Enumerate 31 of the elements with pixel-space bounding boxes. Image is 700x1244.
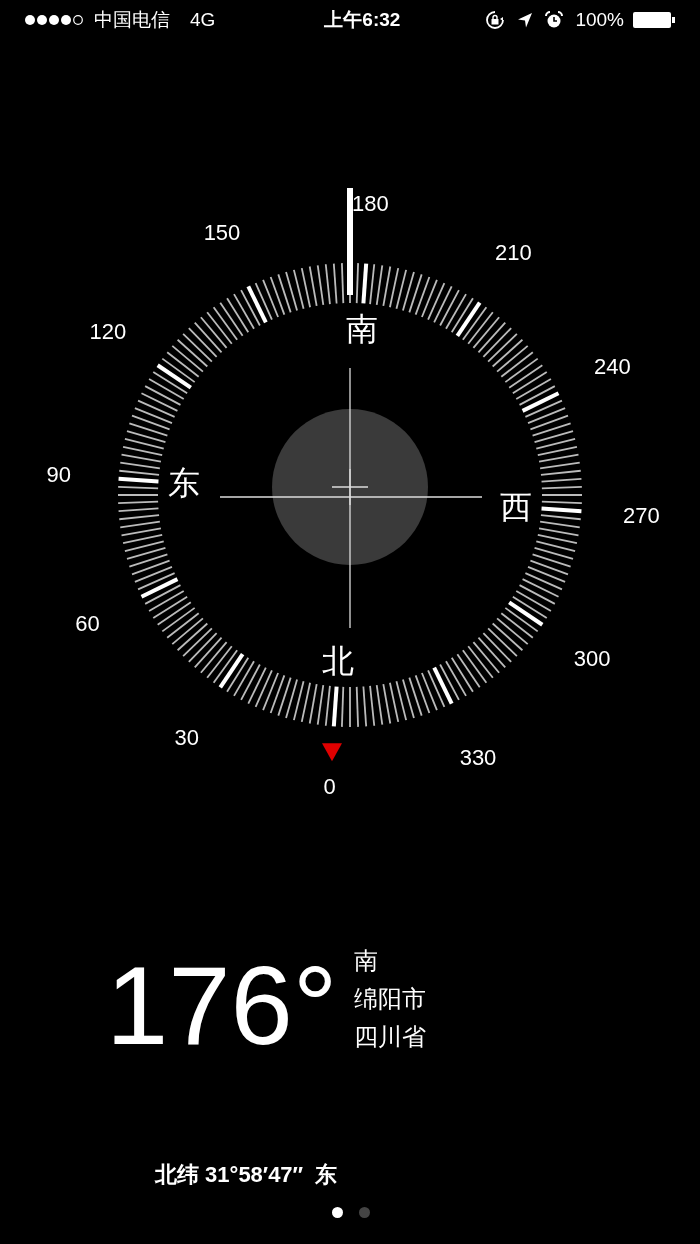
battery-icon (632, 11, 676, 29)
cardinal-label: 北 (322, 642, 355, 679)
cardinal-label: 南 (345, 311, 378, 348)
city-name: 绵阳市 (353, 984, 426, 1014)
signal-icon (24, 14, 86, 26)
alarm-clock-icon (545, 11, 564, 29)
province-name: 四川省 (353, 1022, 426, 1052)
degree-label: 180 (352, 191, 389, 217)
degree-label: 300 (573, 645, 611, 671)
carrier-name: 中国电信 (94, 7, 170, 32)
location-arrow-icon (517, 12, 534, 28)
battery-percentage: 100% (575, 7, 624, 32)
degree-label: 90 (46, 462, 71, 488)
network-type: 4G (190, 7, 216, 32)
clock-time: 上午6:32 (324, 7, 401, 32)
degree-label: 60 (75, 610, 100, 636)
north-marker-icon (322, 743, 342, 762)
degree-label: 150 (203, 220, 241, 246)
cardinal-label: 东 (168, 465, 201, 502)
degree-label: 240 (594, 354, 631, 380)
degree-label: 30 (174, 724, 199, 750)
degree-label: 270 (622, 502, 660, 528)
degree-label: 210 (494, 240, 532, 266)
cardinal-label: 西 (499, 488, 532, 525)
degree-label: 330 (459, 744, 497, 770)
rotation-lock-icon (485, 10, 506, 30)
heading-degrees: 176° (106, 950, 338, 1062)
direction-label: 南 (353, 946, 379, 976)
degree-label: 120 (89, 319, 127, 345)
coordinates-text: 北纬 31°58′47″ 东 (155, 1162, 338, 1187)
degree-label: 0 (323, 773, 336, 799)
